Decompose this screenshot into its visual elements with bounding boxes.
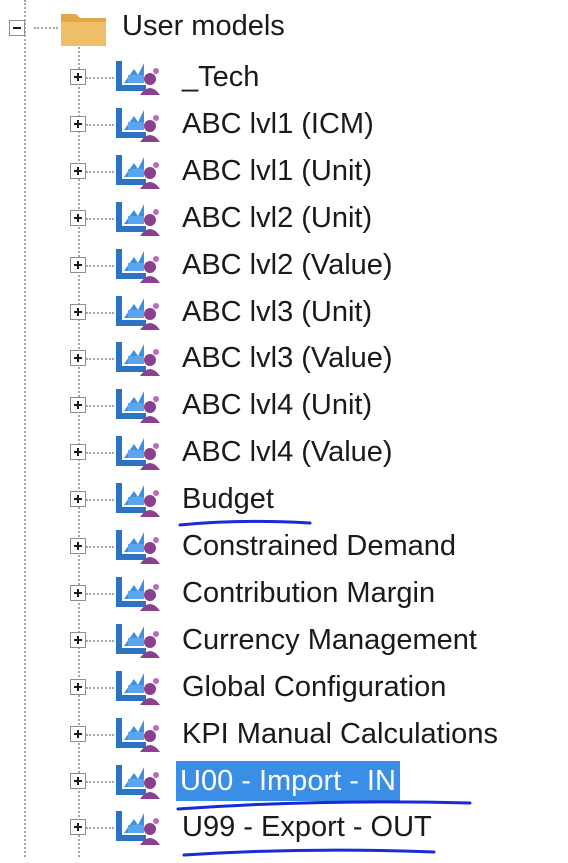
- tree-item-label[interactable]: ABC lvl4 (Value): [182, 432, 393, 472]
- tree-item[interactable]: ABC lvl3 (Unit): [0, 288, 568, 334]
- model-user-icon: [114, 245, 162, 290]
- tree-item-label[interactable]: ABC lvl1 (ICM): [182, 104, 374, 144]
- expand-toggle[interactable]: [70, 632, 86, 648]
- tree-item-label[interactable]: Global Configuration: [182, 667, 446, 707]
- root-label: User models: [122, 10, 285, 42]
- tree-connector: [86, 312, 114, 314]
- tree-item[interactable]: Contribution Margin: [0, 569, 568, 615]
- expand-toggle[interactable]: [70, 726, 86, 742]
- tree-root-user-models[interactable]: User models: [0, 4, 568, 50]
- expand-toggle[interactable]: [70, 210, 86, 226]
- tree-item[interactable]: ABC lvl1 (Unit): [0, 147, 568, 193]
- model-user-icon: [114, 57, 162, 102]
- tree-connector: [86, 499, 114, 501]
- tree-item-label[interactable]: ABC lvl2 (Unit): [182, 198, 372, 238]
- tree-item-label[interactable]: Contribution Margin: [182, 573, 435, 613]
- model-user-icon: [114, 432, 162, 477]
- expand-toggle[interactable]: [70, 819, 86, 835]
- expand-toggle[interactable]: [70, 585, 86, 601]
- tree-item[interactable]: ABC lvl4 (Value): [0, 428, 568, 474]
- model-user-icon: [114, 479, 162, 524]
- expand-toggle[interactable]: [70, 538, 86, 554]
- tree-item-label[interactable]: ABC lvl1 (Unit): [182, 151, 372, 191]
- expand-toggle[interactable]: [70, 304, 86, 320]
- annotation-underline: [176, 800, 472, 811]
- tree-item[interactable]: ABC lvl2 (Unit): [0, 194, 568, 240]
- tree-connector: [86, 593, 114, 595]
- expand-toggle[interactable]: [70, 679, 86, 695]
- tree-connector: [86, 124, 114, 126]
- tree-item-label[interactable]: Currency Management: [182, 620, 477, 660]
- model-user-icon: [114, 526, 162, 571]
- model-user-icon: [114, 573, 162, 618]
- tree-item-label[interactable]: ABC lvl3 (Unit): [182, 292, 372, 332]
- tree-item-label[interactable]: _Tech: [182, 57, 259, 97]
- tree-item-label[interactable]: Budget: [182, 479, 274, 519]
- tree-connector: [86, 781, 114, 783]
- tree-item-label[interactable]: ABC lvl2 (Value): [182, 245, 393, 285]
- tree-connector: [86, 452, 114, 454]
- tree-item[interactable]: _Tech: [0, 53, 568, 99]
- tree-connector: [86, 358, 114, 360]
- expand-toggle[interactable]: [70, 163, 86, 179]
- tree-item[interactable]: ABC lvl1 (ICM): [0, 100, 568, 146]
- model-user-icon: [114, 620, 162, 665]
- tree-connector: [86, 405, 114, 407]
- expand-toggle[interactable]: [70, 257, 86, 273]
- annotation-underline: [182, 848, 436, 857]
- model-user-icon: [114, 667, 162, 712]
- tree-connector: [86, 218, 114, 220]
- model-user-icon: [114, 761, 162, 806]
- collapse-toggle[interactable]: [9, 20, 25, 36]
- model-tree: User models _Tech ABC lvl1 (ICM) ABC lvl1 …: [0, 0, 568, 857]
- tree-item[interactable]: KPI Manual Calculations: [0, 710, 568, 756]
- model-user-icon: [114, 338, 162, 383]
- tree-item[interactable]: ABC lvl2 (Value): [0, 241, 568, 287]
- model-user-icon: [114, 198, 162, 243]
- model-user-icon: [114, 104, 162, 149]
- expand-toggle[interactable]: [70, 69, 86, 85]
- tree-item[interactable]: ABC lvl4 (Unit): [0, 381, 568, 427]
- expand-toggle[interactable]: [70, 397, 86, 413]
- tree-item-label[interactable]: KPI Manual Calculations: [182, 714, 498, 754]
- tree-connector: [86, 687, 114, 689]
- annotation-underline: [178, 519, 312, 527]
- tree-item[interactable]: Currency Management: [0, 616, 568, 662]
- model-user-icon: [114, 385, 162, 430]
- tree-connector: [86, 546, 114, 548]
- tree-item-label[interactable]: U00 - Import - IN: [176, 761, 400, 801]
- tree-connector: [86, 640, 114, 642]
- tree-item[interactable]: ABC lvl3 (Value): [0, 334, 568, 380]
- model-user-icon: [114, 292, 162, 337]
- model-user-icon: [114, 714, 162, 759]
- tree-item-label[interactable]: ABC lvl3 (Value): [182, 338, 393, 378]
- expand-toggle[interactable]: [70, 444, 86, 460]
- tree-item-label[interactable]: ABC lvl4 (Unit): [182, 385, 372, 425]
- tree-connector: [86, 265, 114, 267]
- expand-toggle[interactable]: [70, 350, 86, 366]
- tree-connector: [86, 171, 114, 173]
- folder-icon: [60, 12, 108, 53]
- expand-toggle[interactable]: [70, 491, 86, 507]
- tree-item[interactable]: Global Configuration: [0, 663, 568, 709]
- tree-connector: [86, 77, 114, 79]
- model-user-icon: [114, 151, 162, 196]
- model-user-icon: [114, 807, 162, 852]
- expand-toggle[interactable]: [70, 116, 86, 132]
- tree-connector: [86, 827, 114, 829]
- expand-toggle[interactable]: [70, 773, 86, 789]
- tree-connector: [86, 734, 114, 736]
